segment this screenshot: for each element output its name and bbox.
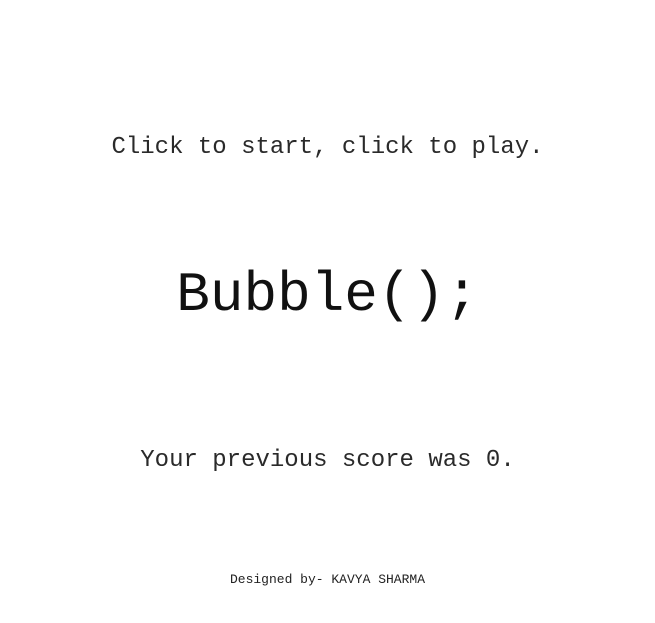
previous-score-text: Your previous score was 0. — [140, 447, 515, 474]
instructions-text: Click to start, click to play. — [111, 134, 544, 161]
start-screen[interactable]: Click to start, click to play. Bubble();… — [0, 0, 655, 623]
designer-credit: Designed by- KAVYA SHARMA — [229, 572, 426, 587]
game-title: Bubble(); — [176, 263, 479, 327]
